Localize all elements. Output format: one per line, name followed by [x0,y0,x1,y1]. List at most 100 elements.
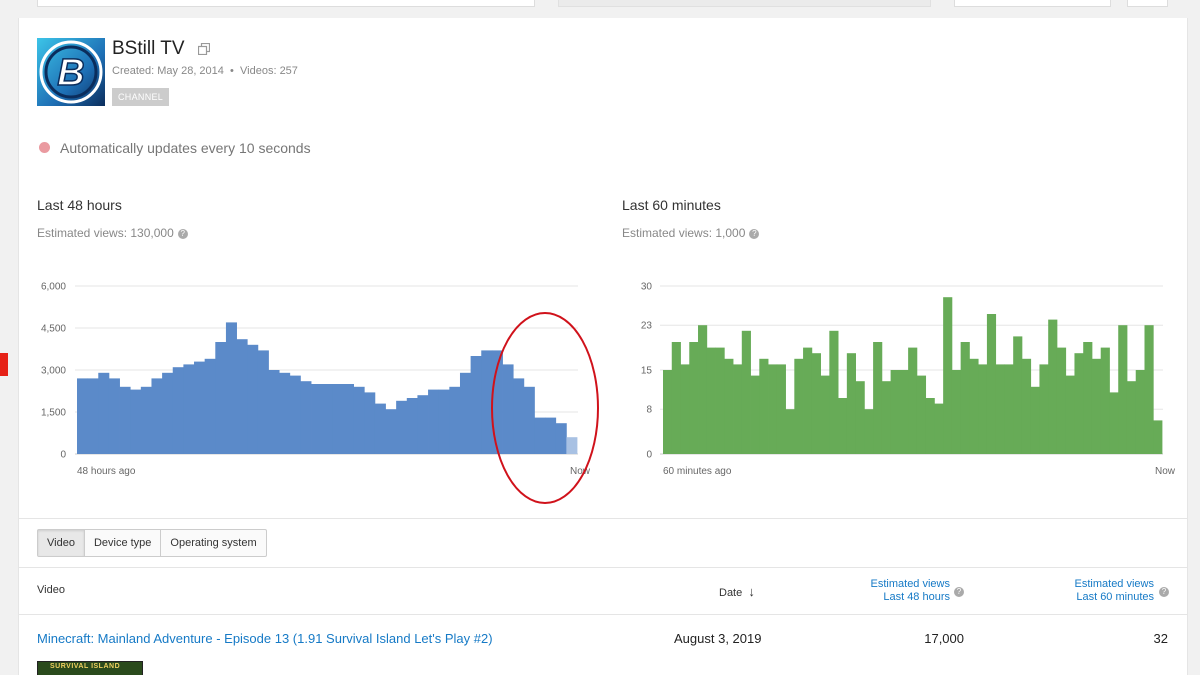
chart-bar[interactable] [916,375,927,454]
chart-bar[interactable] [311,384,323,454]
chart-bar[interactable] [1048,319,1058,454]
chart-bar[interactable] [873,342,883,454]
chart-bar[interactable] [1021,358,1032,454]
chart-bar[interactable] [87,378,99,454]
chart-bar[interactable] [130,389,142,454]
chart-bar[interactable] [820,375,830,454]
chart-bar[interactable] [803,347,813,454]
chart-bar[interactable] [951,370,962,454]
chart-bar[interactable] [986,314,997,454]
chart-bar[interactable] [77,378,89,454]
chart-bar[interactable] [183,364,195,454]
chart-bar[interactable] [698,325,708,454]
chart-bar[interactable] [342,384,354,454]
chart-bar[interactable] [194,361,206,454]
chart-bar[interactable] [943,297,953,454]
chart-bar[interactable] [1109,392,1119,454]
toolbar-small-button[interactable] [1127,0,1168,7]
tab-video[interactable]: Video [38,530,85,556]
chart-bar[interactable] [838,398,848,454]
chart-bar[interactable] [908,347,918,454]
chart-bar[interactable] [172,367,184,454]
chart-bar[interactable] [300,381,312,454]
chart-bar[interactable] [881,381,892,454]
chart-bar[interactable] [733,364,743,454]
chart-bar[interactable] [321,384,333,454]
open-external-icon[interactable] [198,43,210,55]
chart-bar[interactable] [204,358,216,454]
chart-bar[interactable] [671,342,681,454]
chart-bar[interactable] [108,378,120,454]
chart-bar[interactable] [960,342,970,454]
chart-bar[interactable] [428,389,440,454]
chart-bar[interactable] [279,372,291,454]
chart-bar[interactable] [1065,375,1075,454]
column-header-date[interactable]: Date ↓ [719,584,755,599]
chart-bar[interactable] [374,403,386,454]
chart-bar[interactable] [459,372,472,454]
chart-bar[interactable] [364,392,376,454]
chart-bar[interactable] [1013,336,1023,454]
chart-bar[interactable] [794,358,804,454]
chart-bar[interactable] [1100,347,1110,454]
column-header-views-48[interactable]: Estimated views Last 48 hours [850,578,950,604]
video-title-link[interactable]: Minecraft: Mainland Adventure - Episode … [37,631,493,646]
search-box[interactable] [37,0,535,7]
chart-bar[interactable] [864,409,874,454]
chart-bar[interactable] [663,370,673,454]
chart-bar[interactable] [759,358,769,454]
chart-bar[interactable] [724,358,734,454]
column-header-views-60[interactable]: Estimated views Last 60 minutes [1050,578,1154,604]
chart-bar[interactable] [396,400,408,454]
chart-bar[interactable] [1144,325,1154,454]
chart-bar[interactable] [353,386,365,454]
chart-bar[interactable] [768,364,778,454]
chart-bar[interactable] [119,386,131,454]
chart-bar[interactable] [750,375,760,454]
chart-bar[interactable] [969,358,979,454]
chart-bar[interactable] [925,398,935,454]
chart-bar[interactable] [247,344,259,454]
chart-bar[interactable] [162,372,174,454]
help-icon[interactable]: ? [177,228,188,239]
chart-bar[interactable] [1135,370,1145,454]
chart-bar[interactable] [1039,364,1049,454]
chart-bar[interactable] [140,386,152,454]
chart-bar[interactable] [1004,364,1014,454]
chart-bar[interactable] [268,370,280,454]
tab-device-type[interactable]: Device type [85,530,162,556]
chart-bar[interactable] [995,364,1005,454]
chart-bar[interactable] [225,322,237,454]
chart-bar[interactable] [151,378,163,454]
chart-bar[interactable] [776,364,786,454]
chart-bar[interactable] [899,370,909,454]
help-icon[interactable]: ? [954,587,964,597]
chart-bar[interactable] [257,350,269,454]
chart-bar[interactable] [846,353,856,454]
chart-bar[interactable] [934,403,944,454]
chart-bar[interactable] [1030,386,1040,454]
help-icon[interactable]: ? [749,228,760,239]
chart-bar[interactable] [385,409,397,454]
chart-bar[interactable] [438,389,450,454]
chart-bar[interactable] [470,356,482,454]
chart-bar[interactable] [1153,420,1163,454]
toolbar-field[interactable] [558,0,931,7]
chart-bar[interactable] [1074,353,1084,454]
chart-bar[interactable] [98,372,110,454]
chart-bar[interactable] [741,330,751,454]
chart-bar[interactable] [289,375,301,454]
chart-bar[interactable] [855,381,865,454]
chart-bar[interactable] [406,398,418,454]
chart-bar[interactable] [417,395,429,454]
channel-title[interactable]: BStill TV [112,38,185,60]
chart-bar[interactable] [1118,325,1128,454]
chart-bar[interactable] [1056,347,1067,454]
chart-bar[interactable] [785,409,795,454]
chart-bar[interactable] [689,342,699,454]
chart-bar[interactable] [332,384,344,454]
chart-bar[interactable] [829,330,839,454]
help-icon[interactable]: ? [1159,587,1169,597]
toolbar-button[interactable] [954,0,1111,7]
chart-bar[interactable] [1091,358,1102,454]
